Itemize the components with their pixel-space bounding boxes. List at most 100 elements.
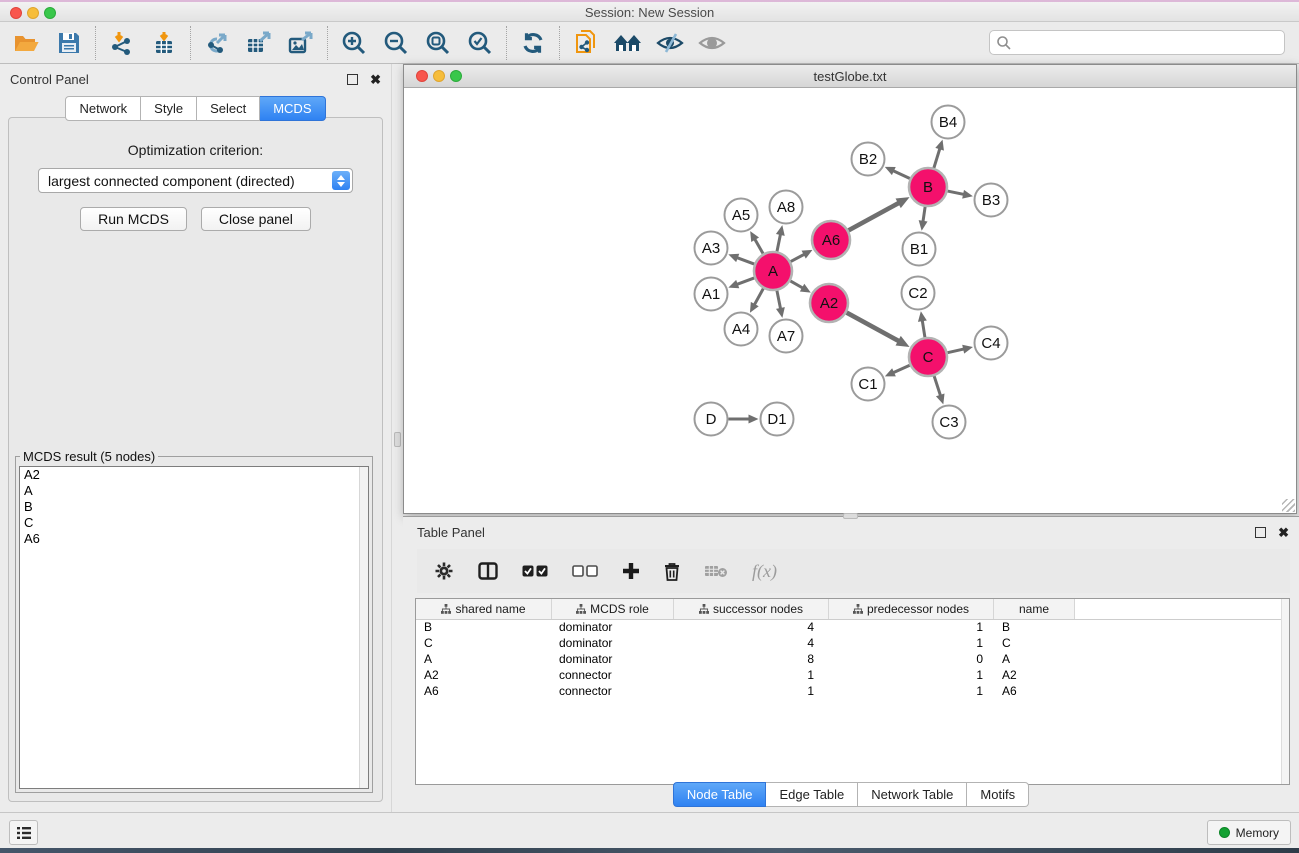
tab-edge-table[interactable]: Edge Table: [766, 782, 858, 807]
graph-edge[interactable]: [777, 234, 781, 251]
mcds-result-item[interactable]: C: [20, 515, 368, 531]
network-graph[interactable]: B4B2BB3A8A5A6A3B1AA1C2A2A4A7C4CC1DD1C3: [404, 89, 1296, 514]
table-cell[interactable]: 8: [674, 652, 829, 668]
tab-motifs[interactable]: Motifs: [967, 782, 1029, 807]
tab-network[interactable]: Network: [65, 96, 141, 121]
mcds-result-item[interactable]: A: [20, 483, 368, 499]
table-cell[interactable]: 1: [829, 684, 994, 700]
hide-selected-button[interactable]: [649, 25, 691, 61]
criterion-dropdown[interactable]: largest connected component (directed): [38, 168, 353, 193]
table-row[interactable]: A2connector11A2: [416, 668, 1289, 684]
table-row[interactable]: A6connector11A6: [416, 684, 1289, 700]
delete-table-button[interactable]: [704, 564, 728, 578]
tab-style[interactable]: Style: [141, 96, 197, 121]
search-input[interactable]: [1012, 33, 1284, 53]
search-field[interactable]: [989, 30, 1285, 55]
graph-edge[interactable]: [948, 349, 965, 353]
select-all-columns-button[interactable]: [522, 565, 548, 577]
unselect-all-columns-button[interactable]: [572, 565, 598, 577]
refresh-button[interactable]: [512, 25, 554, 61]
mcds-result-item[interactable]: B: [20, 499, 368, 515]
column-header[interactable]: shared name: [416, 599, 552, 619]
network-window-titlebar[interactable]: testGlobe.txt: [404, 65, 1296, 88]
table-scrollbar[interactable]: [1281, 599, 1289, 784]
table-cell[interactable]: 1: [674, 684, 829, 700]
table-cell[interactable]: connector: [552, 668, 674, 684]
graph-edge[interactable]: [790, 281, 803, 288]
import-network-button[interactable]: [101, 25, 143, 61]
mcds-result-item[interactable]: A2: [20, 467, 368, 483]
vertical-splitter[interactable]: [391, 64, 403, 812]
graph-edge[interactable]: [922, 320, 925, 337]
export-table-button[interactable]: [238, 25, 280, 61]
close-panel-icon[interactable]: ✖: [370, 74, 381, 85]
window-resize-grip[interactable]: [1282, 499, 1295, 512]
tab-network-table[interactable]: Network Table: [858, 782, 967, 807]
zoom-in-button[interactable]: [333, 25, 375, 61]
first-neighbors-button[interactable]: [607, 25, 649, 61]
table-cell[interactable]: 4: [674, 636, 829, 652]
table-cell[interactable]: 0: [829, 652, 994, 668]
delete-column-button[interactable]: [664, 562, 680, 581]
show-all-button[interactable]: [691, 25, 733, 61]
table-cell[interactable]: B: [994, 620, 1075, 636]
save-session-button[interactable]: [48, 25, 90, 61]
zoom-out-button[interactable]: [375, 25, 417, 61]
node-table[interactable]: shared nameMCDS rolesuccessor nodesprede…: [415, 598, 1290, 785]
close-panel-button[interactable]: Close panel: [201, 207, 311, 231]
tab-node-table[interactable]: Node Table: [673, 782, 767, 807]
table-cell[interactable]: A: [416, 652, 552, 668]
tab-mcds[interactable]: MCDS: [260, 96, 325, 121]
import-table-button[interactable]: [143, 25, 185, 61]
zoom-fit-button[interactable]: [417, 25, 459, 61]
table-cell[interactable]: A: [994, 652, 1075, 668]
table-float-icon[interactable]: [1255, 527, 1266, 538]
graph-edge[interactable]: [934, 376, 940, 396]
tab-select[interactable]: Select: [197, 96, 260, 121]
show-panels-button[interactable]: [9, 820, 38, 845]
graph-edge[interactable]: [737, 258, 754, 264]
mcds-result-list[interactable]: A2ABCA6: [19, 466, 369, 789]
zoom-selected-button[interactable]: [459, 25, 501, 61]
graph-edge[interactable]: [737, 278, 754, 284]
float-panel-icon[interactable]: [347, 74, 358, 85]
add-column-button[interactable]: [622, 562, 640, 580]
graph-edge[interactable]: [847, 313, 899, 342]
column-header[interactable]: predecessor nodes: [829, 599, 994, 619]
split-view-button[interactable]: [478, 562, 498, 580]
table-row[interactable]: Bdominator41B: [416, 620, 1289, 636]
table-cell[interactable]: connector: [552, 684, 674, 700]
graph-edge[interactable]: [893, 365, 910, 373]
column-header[interactable]: successor nodes: [674, 599, 829, 619]
open-file-button[interactable]: [6, 25, 48, 61]
table-row[interactable]: Adominator80A: [416, 652, 1289, 668]
column-header[interactable]: name: [994, 599, 1075, 619]
memory-button[interactable]: Memory: [1207, 820, 1291, 845]
table-cell[interactable]: 1: [674, 668, 829, 684]
graph-edge[interactable]: [791, 254, 805, 261]
function-builder-button[interactable]: f(x): [752, 561, 777, 582]
table-cell[interactable]: A2: [994, 668, 1075, 684]
table-cell[interactable]: 1: [829, 620, 994, 636]
horizontal-splitter-grip[interactable]: [843, 513, 858, 519]
graph-edge[interactable]: [893, 171, 910, 179]
export-image-button[interactable]: [280, 25, 322, 61]
graph-edge[interactable]: [777, 291, 781, 309]
table-close-icon[interactable]: ✖: [1278, 527, 1289, 538]
graph-edge[interactable]: [755, 239, 763, 254]
table-cell[interactable]: C: [994, 636, 1075, 652]
table-cell[interactable]: dominator: [552, 620, 674, 636]
graph-edge[interactable]: [849, 203, 899, 231]
mcds-result-item[interactable]: A6: [20, 531, 368, 547]
column-header[interactable]: MCDS role: [552, 599, 674, 619]
table-cell[interactable]: B: [416, 620, 552, 636]
table-cell[interactable]: 1: [829, 636, 994, 652]
table-cell[interactable]: A6: [416, 684, 552, 700]
table-row[interactable]: Cdominator41C: [416, 636, 1289, 652]
table-options-button[interactable]: [434, 561, 454, 581]
graph-edge[interactable]: [948, 191, 964, 194]
table-cell[interactable]: 1: [829, 668, 994, 684]
graph-edge[interactable]: [754, 289, 763, 305]
graph-edge[interactable]: [934, 148, 940, 168]
table-cell[interactable]: dominator: [552, 636, 674, 652]
